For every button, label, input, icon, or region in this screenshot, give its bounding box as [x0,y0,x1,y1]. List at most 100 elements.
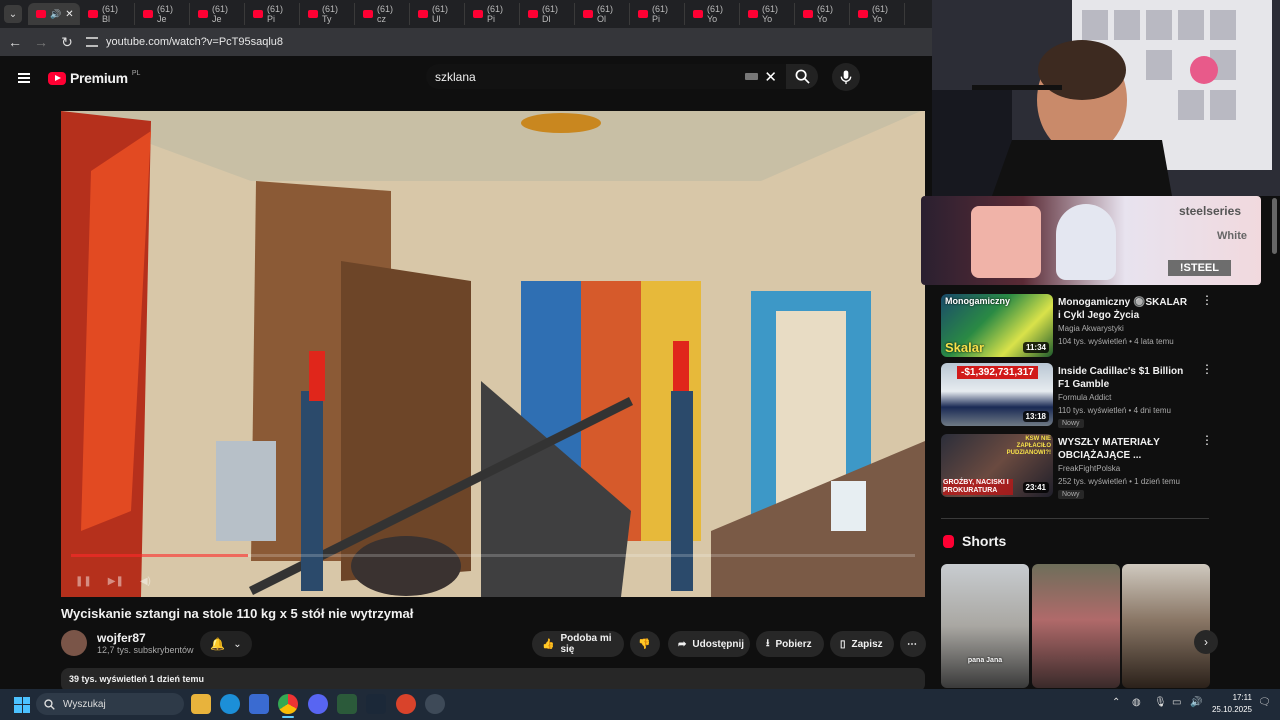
browser-tab[interactable]: (61) Pi [630,3,685,25]
short-video[interactable]: pana Jana [941,564,1029,688]
like-button[interactable]: 👍 Podoba mi się [532,631,624,657]
search-button[interactable] [786,64,818,89]
forward-icon[interactable]: → [34,34,48,50]
tab-label: (61) Bl [102,4,119,24]
channel-name[interactable]: Formula Addict [1058,393,1111,402]
dislike-button[interactable]: 👎 [630,631,660,657]
discord-icon[interactable] [308,694,328,714]
site-info-icon[interactable] [86,37,98,47]
video-progress-bar[interactable] [71,554,915,557]
thumbnail-text: -$1,392,731,317 [957,366,1038,379]
thumbs-down-icon: 👎 [638,638,651,650]
recommended-video[interactable]: Monogamiczny Skalar 11:34 Monogamiczny 🔘… [941,294,1213,358]
tab-search-button[interactable]: ⌄ [4,5,22,23]
youtube-favicon-icon [36,10,46,18]
edge-icon[interactable] [220,694,240,714]
taskbar-search[interactable]: Wyszukaj [36,693,184,715]
video-title[interactable]: WYSZŁY MATERIAŁY OBCIĄŻAJĄCE ... [1058,436,1188,462]
windows-start-icon[interactable] [14,696,30,713]
monitor-icon[interactable]: ▭ [1172,697,1181,708]
volume-icon[interactable]: 🔊 [1190,697,1202,708]
reload-icon[interactable]: ↻ [60,34,74,51]
url-text: youtube.com/watch?v=PcT95saqlu8 [106,36,284,48]
download-button[interactable]: ⭳ Pobierz [756,631,824,657]
browser-tab[interactable]: (61) Yo [685,3,740,25]
more-options-icon[interactable]: ⋮ [1201,294,1213,306]
next-icon[interactable]: ▶❚ [108,576,124,587]
steam-icon[interactable] [366,694,386,714]
video-thumbnail[interactable]: Monogamiczny Skalar 11:34 [941,294,1053,357]
more-options-icon[interactable]: ⋮ [1201,363,1213,375]
keyboard-icon[interactable] [745,73,759,80]
browser-tab[interactable]: (61) Ul [410,3,465,25]
video-title[interactable]: Inside Cadillac's $1 Billion F1 Gamble [1058,365,1188,391]
store-icon[interactable] [249,694,269,714]
browser-tab[interactable]: (61) Yo [795,3,850,25]
save-button[interactable]: ▯ Zapisz [830,631,894,657]
chevron-up-icon[interactable]: ⌃ [1112,697,1120,708]
notifications-button[interactable]: 🔔 ⌄ [200,631,252,657]
channel-name[interactable]: wojfer87 [97,631,194,645]
video-player[interactable]: ❚❚ ▶❚ ◀) [61,111,925,597]
next-shorts-button[interactable]: › [1194,630,1218,654]
ad-brand: steelseries [1178,204,1241,218]
back-icon[interactable]: ← [8,34,22,50]
tab-label: (61) Pi [267,4,284,24]
menu-icon[interactable] [18,73,30,83]
microphone-icon[interactable]: 🎙 [1154,697,1167,708]
pause-icon[interactable]: ❚❚ [75,576,92,587]
volume-icon[interactable]: ◀) [140,576,151,587]
browser-tab[interactable]: (61) Je [190,3,245,25]
tab-label: (61) Ul [432,4,449,24]
youtube-favicon-icon [693,10,703,18]
clear-search-icon[interactable]: ✕ [764,68,777,86]
system-clock[interactable]: 17:11 25.10.2025 [1206,692,1252,716]
youtube-favicon-icon [418,10,428,18]
close-tab-icon[interactable]: ✕ [65,9,73,20]
more-options-icon[interactable]: ⋮ [1201,434,1213,446]
tab-label: (61) Yo [762,4,779,24]
chrome-icon[interactable] [278,694,298,714]
youtube-favicon-icon [253,10,263,18]
scrollbar-thumb[interactable] [1272,198,1277,254]
search-input[interactable]: szklana ✕ [426,64,786,89]
browser-tab[interactable]: (61) cz [355,3,410,25]
browser-tab-active[interactable]: 🔊 ✕ [28,3,80,25]
address-bar[interactable]: youtube.com/watch?v=PcT95saqlu8 [86,31,924,53]
browser-tab[interactable]: (61) Ty [300,3,355,25]
youtube-premium-logo[interactable]: Premium PL [48,70,140,86]
app-icon[interactable] [396,694,416,714]
short-video[interactable] [1032,564,1120,688]
app-icon[interactable] [425,694,445,714]
download-label: Pobierz [775,638,812,650]
tab-label: (61) Je [157,4,174,24]
short-video[interactable] [1122,564,1210,688]
more-actions-button[interactable]: ⋯ [900,631,926,657]
channel-name[interactable]: FreakFightPolska [1058,464,1120,473]
browser-tab[interactable]: (61) Yo [850,3,905,25]
video-thumbnail[interactable]: KSW NIE ZAPŁACIŁO PUDZIANOWI?! GROŹBY, N… [941,434,1053,497]
thumbnail-text: Skalar [945,340,985,355]
browser-tab[interactable]: (61) Yo [740,3,795,25]
channel-name[interactable]: Magia Akwarystyki [1058,324,1124,333]
notifications-icon[interactable]: 🗨 [1258,697,1271,708]
file-explorer-icon[interactable] [191,694,211,714]
share-button[interactable]: ➦ Udostępnij [668,631,750,657]
browser-tab[interactable]: (61) Pi [245,3,300,25]
network-icon[interactable]: ◍ [1132,697,1141,708]
youtube-favicon-icon [583,10,593,18]
voice-search-button[interactable] [832,63,860,91]
channel-avatar[interactable] [61,630,87,656]
video-title[interactable]: Monogamiczny 🔘SKALAR i Cykl Jego Życia [1058,296,1188,322]
browser-tab[interactable]: (61) Bl [80,3,135,25]
recommended-video[interactable]: KSW NIE ZAPŁACIŁO PUDZIANOWI?! GROŹBY, N… [941,434,1213,499]
video-thumbnail[interactable]: -$1,392,731,317 13:18 [941,363,1053,426]
chevron-down-icon: ⌄ [233,638,242,650]
browser-tab[interactable]: (61) Pi [465,3,520,25]
browser-tab[interactable]: (61) Je [135,3,190,25]
excel-icon[interactable] [337,694,357,714]
browser-tab[interactable]: (61) Dl [520,3,575,25]
recommended-video[interactable]: -$1,392,731,317 13:18 Inside Cadillac's … [941,363,1213,428]
view-count: 110 tys. wyświetleń • 4 dni temu [1058,406,1171,415]
browser-tab[interactable]: (61) Ol [575,3,630,25]
